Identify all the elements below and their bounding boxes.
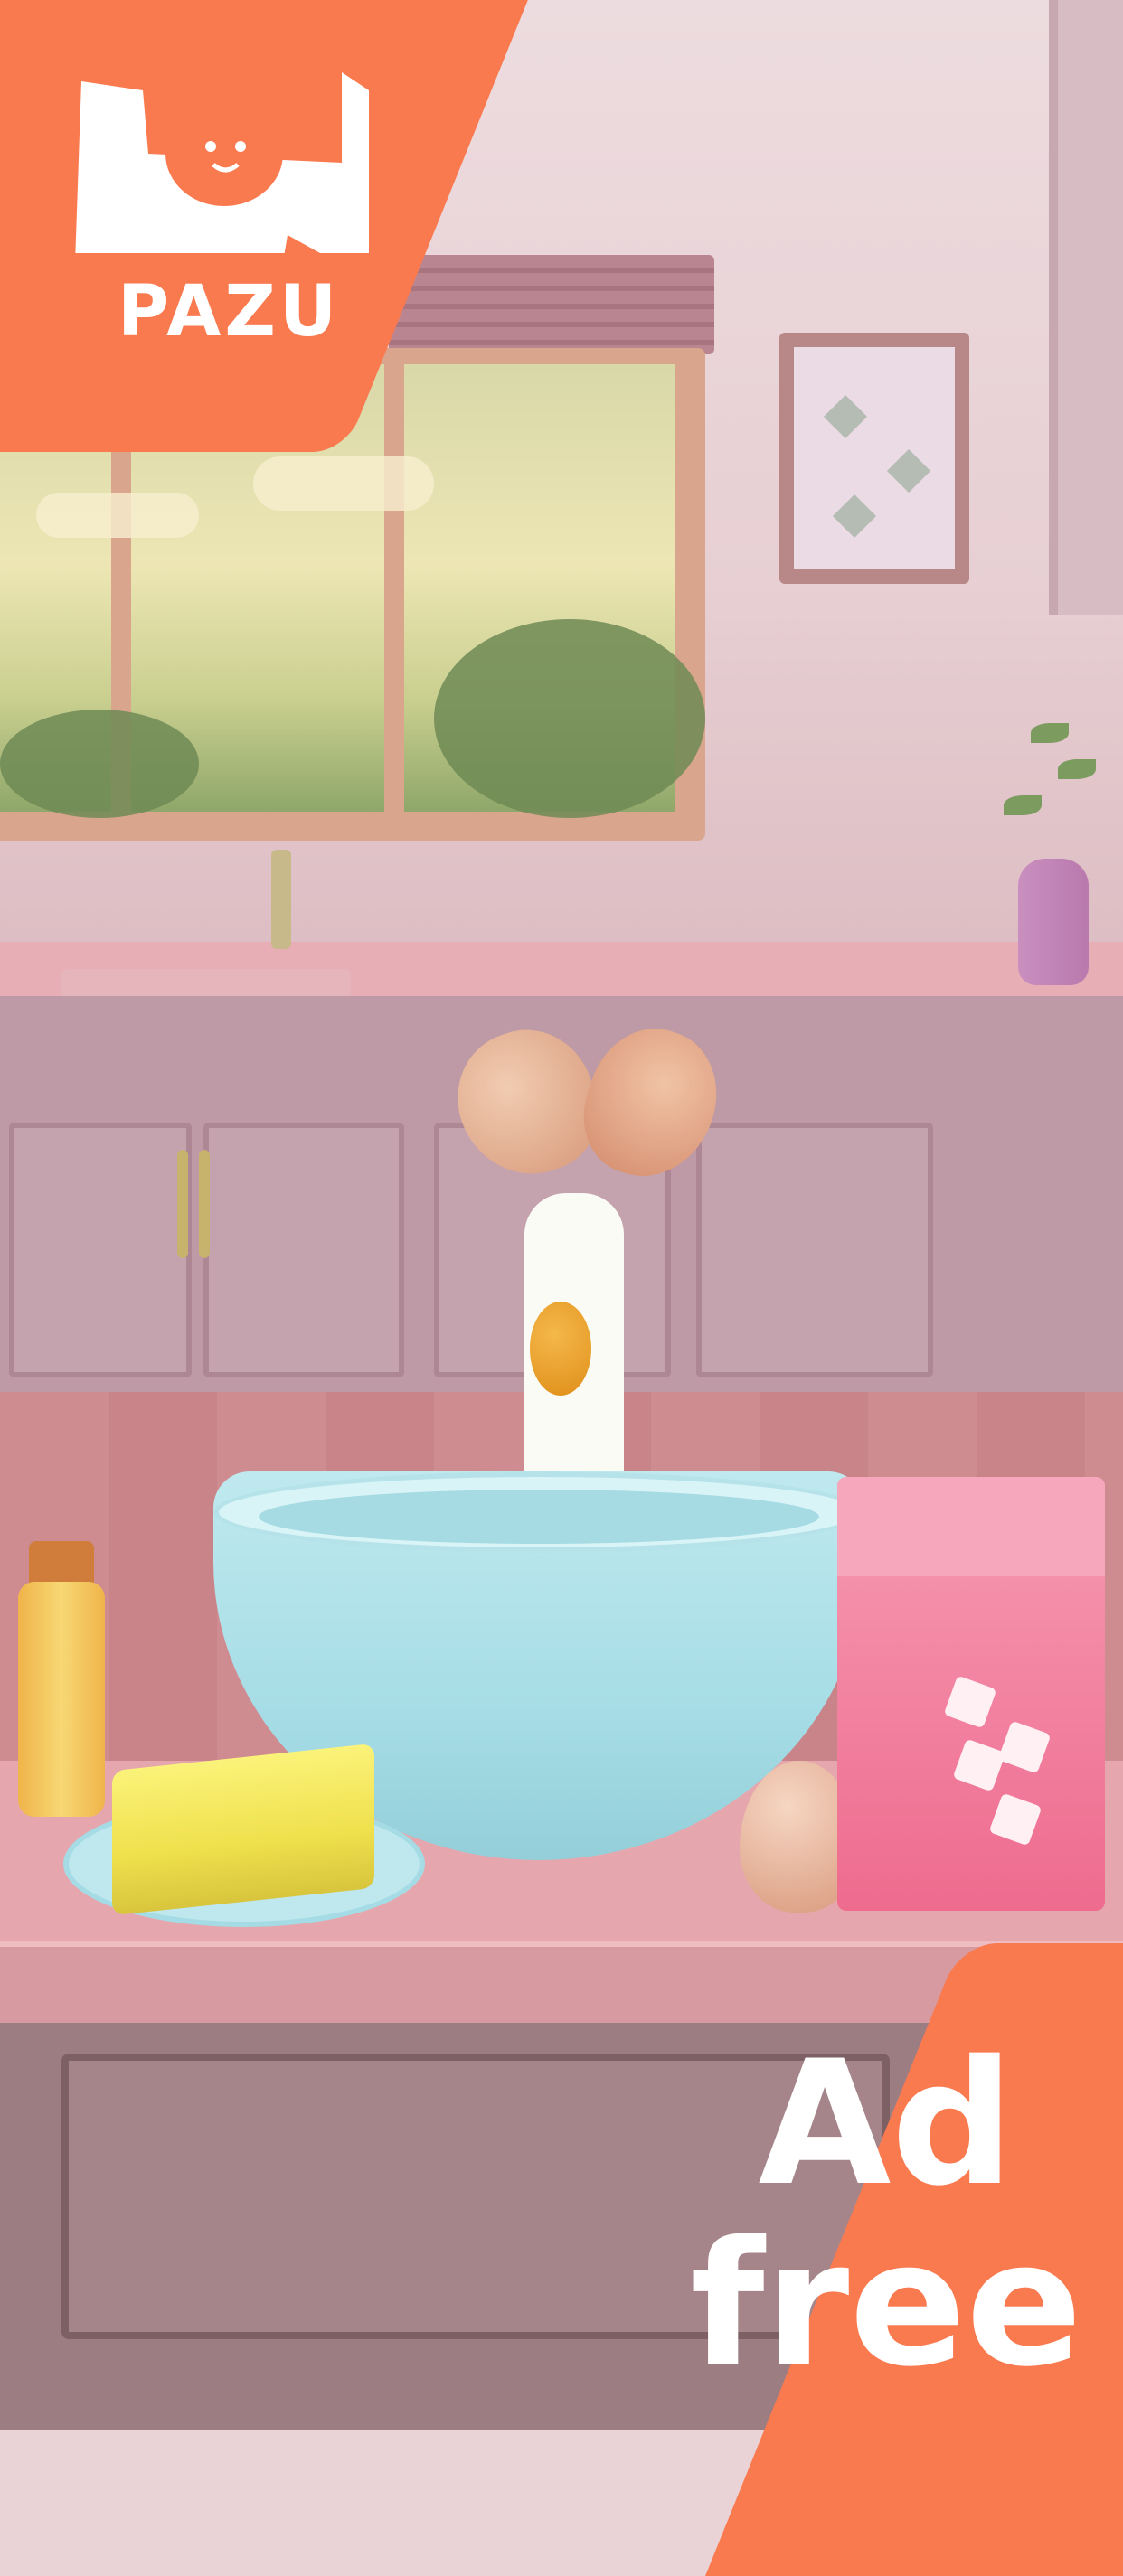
ad-free-line2: free <box>689 2205 1083 2404</box>
plant-leaf <box>1031 723 1069 743</box>
cloud <box>253 456 434 511</box>
upper-cabinet <box>1049 0 1123 615</box>
tree <box>434 619 705 818</box>
ad-free-text: Ad free <box>669 2034 1103 2395</box>
window-blind <box>389 255 714 354</box>
cabinet-door <box>9 1123 192 1377</box>
ad-free-line1: Ad <box>758 2024 1014 2223</box>
cabinet-door <box>696 1123 933 1377</box>
egg-yolk-icon <box>530 1302 591 1396</box>
cabinet-handle <box>199 1150 210 1258</box>
bowl-inner <box>259 1490 819 1544</box>
faucet <box>271 850 291 949</box>
plant-leaf <box>1004 795 1042 815</box>
cabinet-handle <box>177 1150 188 1258</box>
wall-picture-frame <box>779 333 969 584</box>
vanilla-bottle-icon[interactable] <box>18 1582 105 1817</box>
pazu-elephant-logo <box>75 72 369 253</box>
butter-icon[interactable] <box>112 1743 374 1916</box>
flower-vase <box>1018 859 1089 985</box>
cloud <box>36 493 199 538</box>
cabinet-door <box>203 1123 404 1377</box>
plant-leaf <box>1058 759 1096 779</box>
tree <box>0 710 199 818</box>
wall-picture <box>794 347 955 569</box>
sugar-box-top <box>837 1477 1105 1576</box>
brand-name: PAZU <box>118 271 341 353</box>
